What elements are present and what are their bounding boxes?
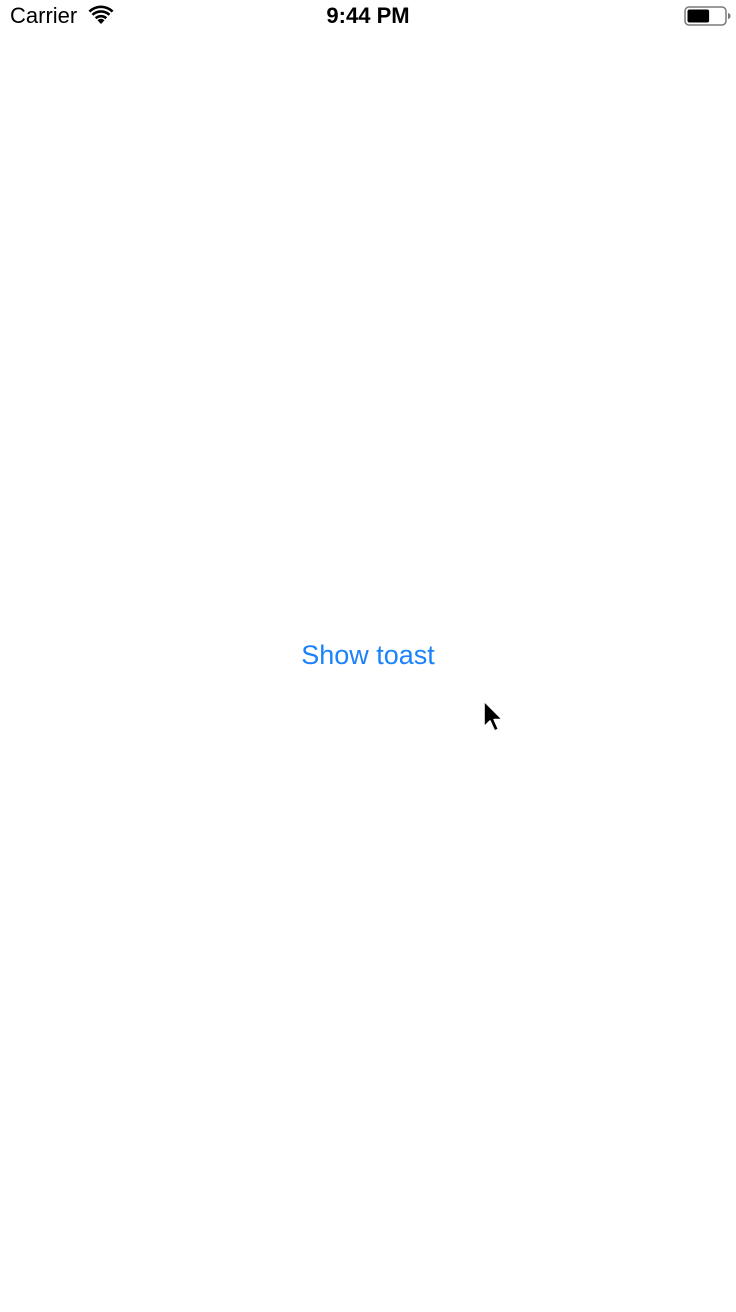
status-bar: Carrier 9:44 PM	[0, 0, 736, 40]
main-content: Show toast	[0, 40, 736, 1312]
mouse-pointer-icon	[482, 700, 506, 736]
app-screen: Carrier 9:44 PM Show toast	[0, 0, 736, 1312]
battery-icon	[684, 6, 732, 26]
status-time: 9:44 PM	[326, 3, 410, 28]
show-toast-button[interactable]: Show toast	[268, 630, 468, 680]
